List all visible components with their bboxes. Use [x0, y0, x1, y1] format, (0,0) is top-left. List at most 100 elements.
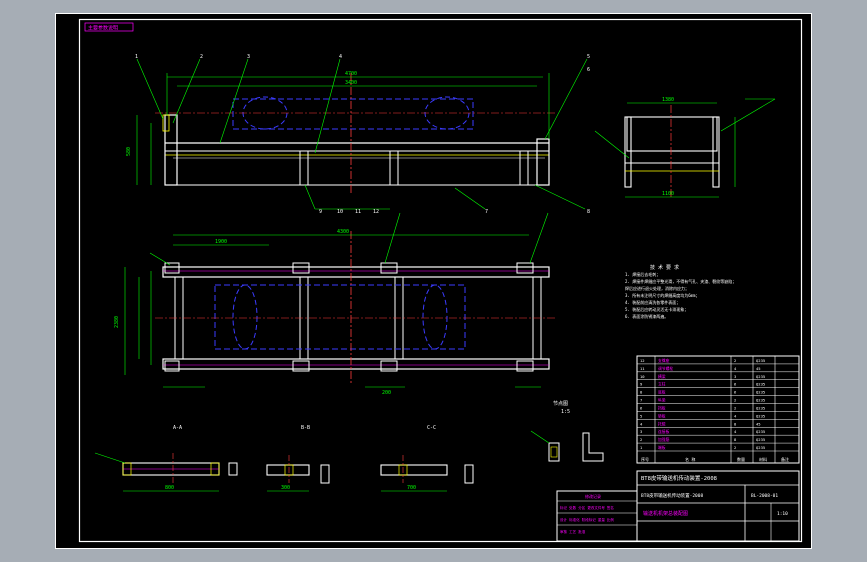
bom-cell: Q235	[756, 445, 765, 450]
bom-cell: Q235	[756, 437, 765, 442]
title-scale: 1:10	[777, 511, 788, 517]
section-c-dim-text: 700	[407, 485, 416, 491]
balloon-6: 6	[587, 67, 590, 73]
bom-cell: Q235	[756, 358, 765, 363]
section-a-leader	[94, 452, 126, 464]
balloon-8: 8	[587, 209, 590, 215]
detail-part-left	[548, 442, 560, 462]
title-drawing-no: BL-2008-01	[751, 493, 778, 499]
plan-top-rail	[162, 266, 550, 278]
bom-header-name: 名 称	[685, 456, 695, 462]
bom-cell: 7	[640, 398, 642, 403]
bom-cell: 4	[734, 413, 737, 418]
side-view: 1380 1100	[594, 97, 776, 198]
tag-label: 主要参数说明	[88, 25, 118, 32]
balloon-2: 2	[200, 54, 203, 60]
bom-cell: 2	[734, 445, 736, 450]
front-leader-6	[454, 187, 486, 210]
bom-cell: Q235	[756, 413, 765, 418]
notes-title: 技 术 要 求	[650, 264, 679, 271]
front-leader-7	[534, 184, 586, 210]
detail-scale: 1:5	[561, 409, 570, 415]
bom-cell: 9	[640, 382, 643, 387]
notes-line-1: 1. 焊接后去毛刺；	[625, 271, 660, 277]
bom-cell: 连接板	[658, 429, 670, 434]
section-b-profile	[320, 464, 330, 484]
detail-leader	[530, 430, 550, 444]
notes-line-4: 3. 所有未注明尺寸的焊缝高度均为6mm；	[625, 292, 699, 298]
section-label-b: B-B	[301, 425, 310, 431]
notes-line-7: 6. 表面涂防锈漆两遍。	[625, 313, 668, 319]
title-project-sub: BT8皮带输送机传动装置-2008	[641, 492, 703, 499]
bom-header-note: 备注	[781, 456, 789, 462]
bom-cell: 托辊	[658, 421, 666, 426]
bom-cell: Q235	[756, 405, 765, 410]
section-b: 300	[266, 455, 330, 492]
side-leader-right	[720, 98, 776, 132]
revision-block: 修改记录 标记 处数 分区 更改文件号 签名 设计 标准化 阶段标记 重量 比例…	[556, 490, 638, 542]
bom-cell: Q235	[756, 374, 765, 379]
detail-part-right	[582, 432, 604, 462]
revision-title: 修改记录	[585, 493, 601, 499]
bom-cell: 加强筋	[658, 437, 670, 442]
side-dim-width-text: 1380	[662, 97, 674, 103]
plan-dim-inner-text: 1900	[215, 239, 227, 245]
balloon-12: 12	[373, 209, 379, 215]
section-c-beam	[380, 464, 448, 476]
bom-cell: 2	[734, 398, 736, 403]
technical-notes: 技 术 要 求 1. 焊接后去毛刺； 2. 焊接件焊缝应平整光滑，不得有气孔、夹…	[625, 264, 736, 319]
front-dim-height-text: 580	[126, 147, 132, 156]
bom-cell: 底板	[658, 390, 666, 395]
notes-line-6: 5. 装配后应转动灵活无卡滞现象；	[625, 306, 688, 312]
bom-cell: 调节螺栓	[658, 366, 673, 371]
front-mid-post-2	[389, 150, 399, 186]
section-c: 700	[380, 455, 474, 492]
front-left-cap	[162, 114, 170, 132]
bom-table: 12 支撑座 2 Q23511 调节螺栓 4 4510 横梁 3 Q2359 立柱 6 Q2358 底板 6…	[636, 355, 800, 464]
front-leader-3	[219, 58, 249, 144]
detail-view	[530, 430, 604, 462]
bom-cell: 10	[640, 374, 645, 379]
section-label-c: C-C	[427, 425, 436, 431]
bom-header-qty: 数量	[737, 456, 745, 462]
plan-dim-width-text: 2380	[114, 316, 120, 328]
side-right-post	[712, 116, 720, 188]
front-leader-4	[314, 58, 341, 154]
bom-cell: 3	[640, 429, 642, 434]
title-block: BT8皮带输送机传动装置-2008 BT8皮带输送机传动装置-2008 BL-2…	[636, 470, 800, 542]
bom-cell: 12	[640, 358, 645, 363]
bom-header-no: 序号	[641, 456, 649, 462]
balloon-3: 3	[247, 54, 250, 60]
front-mid-post-3	[519, 150, 529, 186]
revision-line-2: 设计 标准化 阶段标记 重量 比例	[560, 517, 614, 522]
balloon-4: 4	[339, 54, 342, 60]
cad-viewport[interactable]: 主要参数说明 4700 3400 580 1 2 3 4 5 6 7 8 9 1…	[0, 0, 867, 562]
balloon-11: 11	[355, 209, 361, 215]
bom-cell: 5	[640, 413, 642, 418]
bom-cell: 45	[756, 366, 761, 371]
notes-line-5: 4. 装配前应清洗各零件表面；	[625, 299, 680, 305]
bom-cell: 45	[756, 421, 761, 426]
section-a-dim-text: 800	[165, 485, 174, 491]
plan-hidden-belt	[214, 284, 466, 350]
section-a-profile	[228, 462, 238, 476]
detail-part-left-inner	[550, 446, 558, 458]
front-leader-2	[172, 58, 201, 124]
detail-label: 节点图	[553, 401, 568, 407]
front-dim-overall-text: 4700	[345, 71, 357, 77]
front-mid-post-1	[299, 150, 309, 186]
side-leader-left	[594, 130, 630, 159]
bom-cell: 8	[640, 390, 643, 395]
drawing-canvas: 主要参数说明 4700 3400 580 1 2 3 4 5 6 7 8 9 1…	[55, 13, 812, 549]
bom-cell: 端板	[658, 445, 666, 450]
bom-cell: 立柱	[658, 382, 666, 387]
bom-cell: 6	[734, 390, 737, 395]
revision-line-3: 审核 工艺 批准	[560, 529, 586, 534]
revision-line-1: 标记 处数 分区 更改文件号 签名	[560, 505, 614, 510]
plan-dim-col-text: 200	[382, 390, 391, 396]
plan-pad-1	[164, 262, 180, 274]
plan-leader-b	[529, 212, 549, 264]
bom-cell: 6	[734, 382, 737, 387]
bom-cell: 4	[640, 421, 643, 426]
bom-cell: 1	[640, 445, 643, 450]
